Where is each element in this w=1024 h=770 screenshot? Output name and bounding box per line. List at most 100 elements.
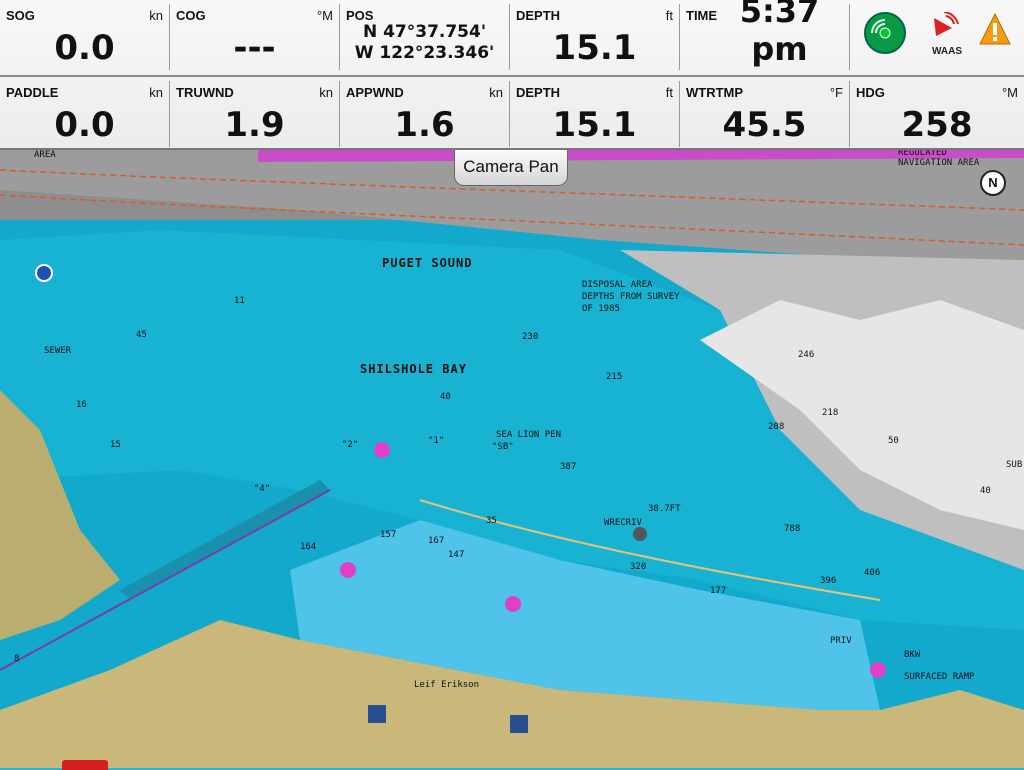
label-navigation-area: NAVIGATION AREA — [898, 158, 980, 168]
pos-cell[interactable]: POS N 47°37.754' W 122°23.346' — [340, 4, 510, 70]
sounding: 177 — [710, 586, 727, 596]
wtrtmp-cell[interactable]: WTRTMP °F 45.5 — [680, 81, 850, 147]
marina-facility-icon — [510, 715, 528, 733]
buoy-marker — [374, 442, 390, 458]
sounding: 16 — [76, 400, 87, 410]
sounding: 230 — [522, 332, 539, 342]
cog-label: COG — [176, 8, 206, 23]
label-disposal-area: DISPOSAL AREA — [582, 280, 653, 290]
sog-cell[interactable]: SOG kn 0.0 — [0, 4, 170, 70]
label-quote4: "4" — [254, 484, 271, 494]
north-indicator-icon[interactable]: N — [980, 170, 1006, 196]
pos-value: N 47°37.754' W 122°23.346' — [340, 22, 509, 64]
sounding: 50 — [888, 436, 899, 446]
depth2-label: DEPTH — [516, 85, 561, 100]
hdg-label: HDG — [856, 85, 885, 100]
buoy-marker — [505, 596, 521, 612]
bottom-menu-tab[interactable] — [62, 760, 108, 770]
sog-unit: kn — [149, 8, 163, 23]
sounding: 40 — [980, 486, 991, 496]
camera-pan-button[interactable]: Camera Pan — [454, 150, 568, 186]
appwnd-value: 1.6 — [394, 105, 455, 145]
cog-cell[interactable]: COG °M --- — [170, 4, 340, 70]
instrument-row-1: SOG kn 0.0 COG °M --- POS N 47°37.754' W… — [0, 0, 1024, 74]
wtrtmp-value: 45.5 — [722, 105, 807, 145]
truwnd-unit: kn — [319, 85, 333, 100]
sounding: 387 — [560, 462, 577, 472]
chart-canvas[interactable] — [0, 150, 1024, 768]
depth-label: DEPTH — [516, 8, 561, 23]
label-wrecriv: WRECRIV — [604, 518, 642, 528]
time-cell[interactable]: TIME 5:37 pm — [680, 0, 850, 70]
instrument-panel: SOG kn 0.0 COG °M --- POS N 47°37.754' W… — [0, 0, 1024, 150]
label-quote2: "2" — [342, 440, 359, 450]
appwnd-cell[interactable]: APPWND kn 1.6 — [340, 81, 510, 147]
cog-value: --- — [233, 28, 276, 68]
sounding: 208 — [768, 422, 785, 432]
sounding: 11 — [234, 296, 245, 306]
label-shilshole-bay: SHILSHOLE BAY — [360, 362, 467, 376]
wtrtmp-unit: °F — [829, 85, 843, 100]
sog-label: SOG — [6, 8, 35, 23]
truwnd-value: 1.9 — [224, 105, 285, 145]
sounding: 167 — [428, 536, 445, 546]
sounding: 157 — [380, 530, 397, 540]
paddle-unit: kn — [149, 85, 163, 100]
label-sub: SUB — [1006, 460, 1023, 470]
hdg-unit: °M — [1001, 85, 1018, 100]
buoy-marker — [870, 662, 886, 678]
sounding: 45 — [136, 330, 147, 340]
cog-unit: °M — [316, 8, 333, 23]
truwnd-cell[interactable]: TRUWND kn 1.9 — [170, 81, 340, 147]
buoy-marker — [340, 562, 356, 578]
depth-cell[interactable]: DEPTH ft 15.1 — [510, 4, 680, 70]
paddle-value: 0.0 — [54, 105, 115, 145]
sounding: 15 — [110, 440, 121, 450]
label-bkw: BKW — [904, 650, 921, 660]
wtrtmp-label: WTRTMP — [686, 85, 744, 100]
sounding: 246 — [798, 350, 815, 360]
hdg-value: 258 — [901, 105, 973, 145]
pos-latitude: N 47°37.754' — [362, 22, 487, 42]
sounding: 396 — [820, 576, 837, 586]
alert-warning-icon[interactable] — [978, 12, 1020, 54]
label-sb: "SB" — [492, 442, 514, 452]
label-leif-erikson: Leif Erikson — [414, 680, 480, 690]
label-regulated: REGULATED — [898, 150, 947, 158]
label-depths-survey: DEPTHS FROM SURVEY — [582, 292, 680, 302]
depth2-value: 15.1 — [552, 105, 637, 145]
time-value: 5:37 pm — [739, 0, 820, 68]
waas-label: WAAS — [932, 46, 962, 57]
sounding: 320 — [630, 562, 647, 572]
label-sea-lion-pen: SEA LION PEN — [496, 430, 562, 440]
waas-signal-icon[interactable]: WAAS — [922, 11, 964, 57]
sounding: 8 — [14, 654, 20, 664]
current-station-icon — [35, 264, 53, 282]
paddle-cell[interactable]: PADDLE kn 0.0 — [0, 81, 170, 147]
label-puget-sound: PUGET SOUND — [382, 256, 473, 270]
marina-facility-icon — [368, 705, 386, 723]
appwnd-unit: kn — [489, 85, 503, 100]
sounding: 218 — [822, 408, 839, 418]
sounding: 147 — [448, 550, 465, 560]
depth2-cell[interactable]: DEPTH ft 15.1 — [510, 81, 680, 147]
label-surfaced-ramp: SURFACED RAMP — [904, 672, 975, 682]
label-priv: PRIV — [830, 636, 852, 646]
depth-value: 15.1 — [552, 28, 637, 68]
label-of-1985: OF 1985 — [582, 304, 620, 314]
sounding: 788 — [784, 524, 801, 534]
depth2-unit: ft — [665, 85, 673, 100]
label-sewer: SEWER — [44, 346, 72, 356]
pos-longitude: W 122°23.346' — [354, 43, 495, 63]
chart-view[interactable]: AREA REGULATED NAVIGATION AREA PUGET SOU… — [0, 150, 1024, 768]
truwnd-label: TRUWND — [176, 85, 234, 100]
label-wreck-depth: 38.7FT — [648, 504, 681, 514]
hdg-cell[interactable]: HDG °M 258 — [850, 81, 1024, 147]
sounding: 40 — [440, 392, 451, 402]
sounding: 164 — [300, 542, 317, 552]
appwnd-label: APPWND — [346, 85, 404, 100]
wreck-marker — [633, 527, 647, 541]
sounding: 35 — [486, 516, 497, 526]
gps-satellite-icon[interactable] — [864, 12, 906, 54]
sog-value: 0.0 — [54, 28, 115, 68]
